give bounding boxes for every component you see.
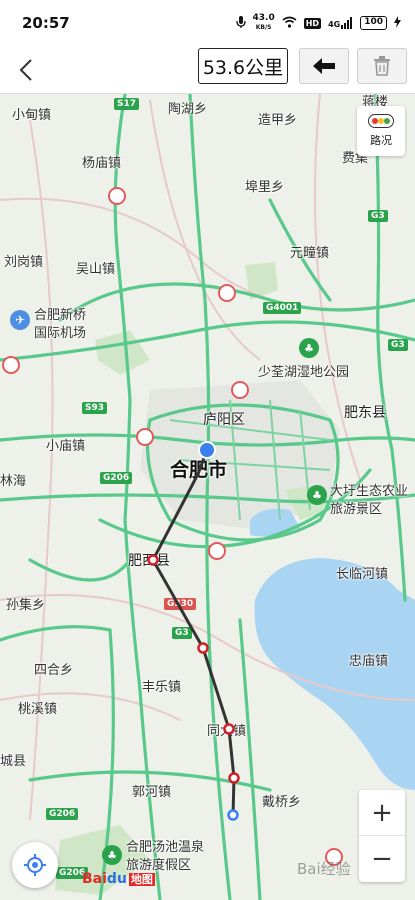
route-node[interactable] — [147, 554, 159, 566]
crosshair-icon — [24, 854, 46, 876]
arrow-left-icon — [313, 58, 335, 74]
minus-icon: − — [371, 844, 393, 874]
net-speed-value: 43.0 — [252, 13, 275, 23]
signal-label: 4G — [328, 20, 341, 29]
traffic-label: 路况 — [370, 134, 392, 147]
zoom-out-button[interactable]: − — [359, 836, 405, 882]
signal-icon: 4G — [328, 17, 353, 29]
map-canvas[interactable]: 小甸镇 陶湖乡 蒋楼 造甲乡 杨庙镇 费集 埠里乡 刘岗镇 吴山镇 元疃镇 合肥… — [0, 94, 415, 900]
zoom-controls: + − — [359, 790, 405, 882]
wifi-icon — [282, 16, 297, 31]
locate-button[interactable] — [12, 842, 58, 888]
microphone-icon — [235, 15, 246, 32]
traffic-light-icon — [368, 114, 394, 128]
back-button[interactable] — [12, 54, 40, 86]
route-line — [151, 449, 236, 816]
status-icons: 43.0 KB/S HD 4G 100 — [235, 14, 401, 32]
distance-display: 53.6公里 — [198, 48, 288, 84]
chevron-left-icon — [19, 59, 32, 81]
route-start-point[interactable] — [198, 441, 216, 459]
route-node[interactable] — [228, 772, 240, 784]
undo-button[interactable] — [299, 48, 349, 84]
route-node[interactable] — [197, 642, 209, 654]
baidu-map-logo: Baidu 地图 — [82, 871, 155, 887]
measure-toolbar: 53.6公里 — [0, 46, 415, 94]
plus-icon: + — [371, 797, 393, 828]
net-speed-unit: KB/S — [255, 24, 272, 31]
zoom-in-button[interactable]: + — [359, 790, 405, 836]
route-node[interactable] — [223, 723, 235, 735]
watermark: Bai经验 — [297, 860, 351, 878]
trash-icon — [374, 56, 390, 76]
logo-text-map: 地图 — [128, 873, 155, 886]
net-speed: 43.0 KB/S — [253, 14, 275, 32]
status-bar: 20:57 43.0 KB/S HD 4G 100 — [0, 0, 415, 46]
status-time: 20:57 — [22, 14, 70, 32]
hd-badge: HD — [303, 17, 322, 29]
battery-indicator: 100 — [360, 16, 387, 30]
charging-icon — [394, 15, 401, 31]
logo-text-du: du — [106, 871, 127, 887]
logo-text-bai: Bai — [82, 871, 107, 887]
route-overlay — [147, 441, 240, 821]
clear-button[interactable] — [357, 48, 407, 84]
route-end-point[interactable] — [227, 809, 239, 821]
traffic-toggle-button[interactable]: 路况 — [357, 106, 405, 156]
